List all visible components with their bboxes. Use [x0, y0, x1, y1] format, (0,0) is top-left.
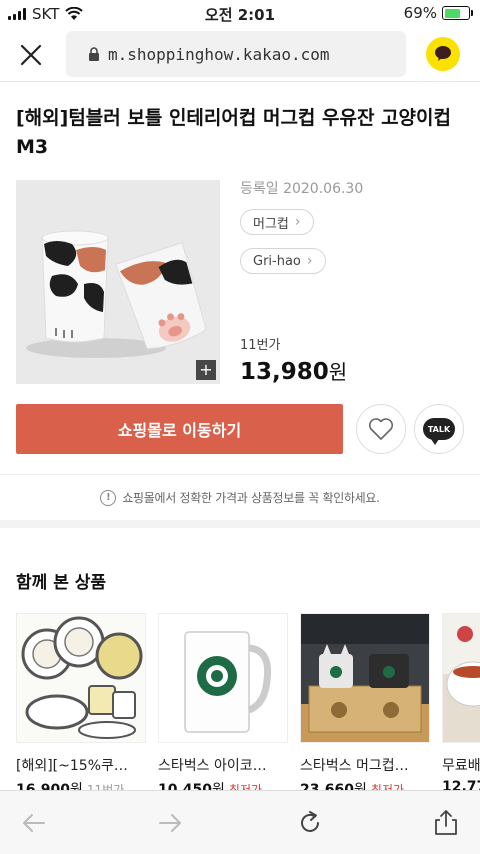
register-date: 등록일 2020.06.30 — [240, 181, 364, 197]
related-item[interactable]: 무료배 12,77 — [442, 613, 480, 795]
battery-level — [444, 8, 461, 18]
back-arrow-icon[interactable] — [20, 809, 48, 837]
chevron-right-icon: › — [294, 214, 301, 230]
tag-brand[interactable]: Gri-hao › — [240, 248, 326, 274]
url-text: m.shoppinghow.kakao.com — [108, 44, 330, 64]
close-icon[interactable] — [18, 42, 44, 68]
product-title: [해외]텀블러 보틀 인테리어컵 머그컵 우유잔 고양이컵 M3 — [16, 107, 452, 158]
info-icon: ! — [100, 489, 117, 506]
battery-percent: 69% — [403, 4, 437, 22]
talk-label: TALK — [427, 424, 451, 434]
starbucks-gift-set-image — [301, 614, 429, 742]
related-item-image — [16, 613, 146, 743]
zoom-button[interactable]: + — [196, 360, 216, 380]
related-item[interactable]: 스타벅스 머그컵… 23,660원최저가 — [300, 613, 430, 799]
cat-cup-image — [16, 180, 220, 384]
related-section-title: 함께 본 상품 — [16, 573, 107, 593]
tag-mug[interactable]: 머그컵 › — [240, 209, 314, 235]
price: 13,980원 — [240, 356, 347, 385]
forward-arrow-icon[interactable] — [156, 809, 184, 837]
kakao-chat-button[interactable] — [426, 37, 460, 71]
related-item-name: 스타벅스 머그컵… — [300, 758, 409, 774]
browser-header: m.shoppinghow.kakao.com — [0, 28, 480, 82]
status-bar-right: 69% — [403, 4, 473, 22]
chat-bubble-icon — [435, 46, 451, 61]
notice-text: 쇼핑몰에서 정확한 가격과 상품정보를 꼭 확인하세요. — [122, 491, 380, 505]
related-item-image — [158, 613, 288, 743]
price-value: 13,980 — [240, 359, 329, 385]
starbucks-mug-image — [159, 614, 287, 742]
related-item-name: 무료배 — [442, 758, 480, 774]
status-bar: SKT 오전 2:01 69% — [0, 0, 480, 28]
lock-icon — [89, 46, 99, 61]
refresh-icon[interactable] — [296, 809, 324, 837]
related-item-name: 스타벅스 아이코… — [158, 758, 267, 774]
browser-toolbar — [0, 790, 480, 854]
address-bar[interactable]: m.shoppinghow.kakao.com — [66, 31, 406, 77]
related-item-image — [300, 613, 430, 743]
price-unit: 원 — [328, 360, 348, 384]
tableware-image — [17, 614, 145, 742]
related-item[interactable]: 스타벅스 아이코… 10,450원최저가 — [158, 613, 288, 799]
store-name: 11번가 — [240, 338, 281, 353]
talk-button[interactable]: TALK — [414, 404, 464, 454]
talk-icon: TALK — [423, 418, 455, 445]
notice-bar: ! 쇼핑몰에서 정확한 가격과 상품정보를 꼭 확인하세요. — [0, 474, 480, 520]
share-icon[interactable] — [432, 809, 460, 837]
section-divider — [0, 520, 480, 528]
chevron-right-icon: › — [306, 253, 313, 269]
related-item-name: [해외][~15%쿠… — [16, 758, 128, 774]
tea-cup-image — [443, 614, 480, 742]
product-image[interactable]: + — [16, 180, 220, 384]
related-item[interactable]: [해외][~15%쿠… 16,900원11번가 — [16, 613, 146, 799]
tag-label: Gri-hao — [253, 253, 301, 269]
tag-label: 머그컵 — [253, 216, 289, 232]
go-to-shop-button[interactable]: 쇼핑몰로 이동하기 — [16, 404, 343, 454]
wishlist-button[interactable] — [356, 404, 406, 454]
related-item-image — [442, 613, 480, 743]
battery-icon — [442, 6, 473, 20]
heart-icon — [368, 418, 394, 440]
